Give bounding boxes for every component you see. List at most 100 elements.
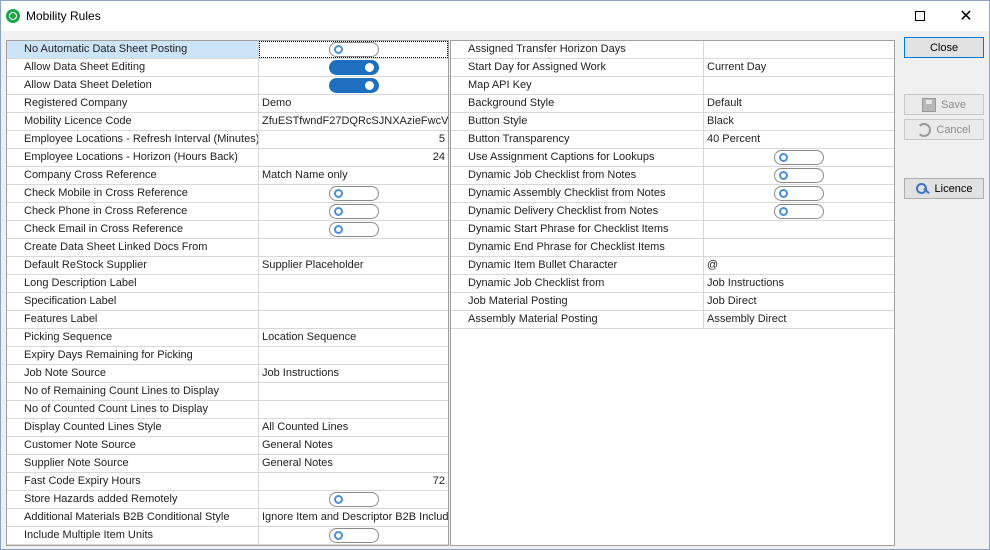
grid-row[interactable]: Employee Locations - Horizon (Hours Back… <box>7 149 448 167</box>
row-toggle-cell[interactable] <box>259 41 448 58</box>
grid-row[interactable]: Map API Key <box>451 77 894 95</box>
close-window-button[interactable]: ✕ <box>943 1 989 31</box>
row-value[interactable] <box>259 311 448 328</box>
grid-row[interactable]: No of Counted Count Lines to Display <box>7 401 448 419</box>
grid-row[interactable]: Dynamic Delivery Checklist from Notes <box>451 203 894 221</box>
grid-row[interactable]: Customer Note Source General Notes <box>7 437 448 455</box>
toggle-switch[interactable] <box>329 60 379 75</box>
grid-row[interactable]: Display Counted Lines Style All Counted L… <box>7 419 448 437</box>
row-toggle-cell[interactable] <box>259 221 448 238</box>
toggle-switch[interactable] <box>329 222 379 237</box>
grid-row[interactable]: Job Note Source Job Instructions <box>7 365 448 383</box>
close-button[interactable]: Close <box>904 37 984 58</box>
grid-row[interactable]: Background Style Default <box>451 95 894 113</box>
grid-row[interactable]: Create Data Sheet Linked Docs From <box>7 239 448 257</box>
row-value[interactable]: @ <box>704 257 894 274</box>
grid-row[interactable]: Dynamic Start Phrase for Checklist Items <box>451 221 894 239</box>
grid-row[interactable]: Allow Data Sheet Editing <box>7 59 448 77</box>
row-value[interactable]: Job Instructions <box>259 365 448 382</box>
row-value[interactable] <box>259 275 448 292</box>
row-value[interactable] <box>259 383 448 400</box>
row-value[interactable] <box>704 77 894 94</box>
row-value[interactable] <box>704 239 894 256</box>
toggle-switch[interactable] <box>329 78 379 93</box>
row-value[interactable]: Assembly Direct <box>704 311 894 328</box>
grid-row[interactable]: Features Label <box>7 311 448 329</box>
grid-row[interactable]: Mobility Licence Code ZfuESTfwndF27DQRcSJ… <box>7 113 448 131</box>
grid-row[interactable]: Store Hazards added Remotely <box>7 491 448 509</box>
row-value[interactable]: ZfuESTfwndF27DQRcSJNXAzieFwcVM <box>259 113 448 130</box>
row-value[interactable] <box>259 239 448 256</box>
row-value[interactable]: General Notes <box>259 437 448 454</box>
toggle-switch[interactable] <box>329 528 379 543</box>
row-value[interactable]: Ignore Item and Descriptor B2B Include <box>259 509 448 526</box>
grid-row[interactable]: Start Day for Assigned Work Current Day <box>451 59 894 77</box>
grid-row[interactable]: Assembly Material Posting Assembly Direct <box>451 311 894 329</box>
maximize-button[interactable] <box>897 1 943 31</box>
row-value[interactable]: Location Sequence <box>259 329 448 346</box>
grid-row[interactable]: Dynamic Job Checklist from Notes <box>451 167 894 185</box>
row-value[interactable]: Supplier Placeholder <box>259 257 448 274</box>
row-toggle-cell[interactable] <box>704 203 894 220</box>
toggle-switch[interactable] <box>774 186 824 201</box>
row-value[interactable]: All Counted Lines <box>259 419 448 436</box>
grid-row[interactable]: Dynamic End Phrase for Checklist Items <box>451 239 894 257</box>
row-value[interactable] <box>704 41 894 58</box>
row-value[interactable]: Demo <box>259 95 448 112</box>
toggle-switch[interactable] <box>774 204 824 219</box>
grid-row[interactable]: Dynamic Item Bullet Character @ <box>451 257 894 275</box>
row-value[interactable] <box>704 221 894 238</box>
row-toggle-cell[interactable] <box>704 185 894 202</box>
grid-row[interactable]: Dynamic Job Checklist from Job Instructio… <box>451 275 894 293</box>
row-value[interactable]: 40 Percent <box>704 131 894 148</box>
grid-row[interactable]: Registered Company Demo <box>7 95 448 113</box>
row-value[interactable]: 24 <box>259 149 448 166</box>
grid-row[interactable]: Long Description Label <box>7 275 448 293</box>
row-value[interactable]: Black <box>704 113 894 130</box>
grid-row[interactable]: Expiry Days Remaining for Picking <box>7 347 448 365</box>
save-button[interactable]: Save <box>904 94 984 115</box>
row-toggle-cell[interactable] <box>704 167 894 184</box>
row-value[interactable]: Default <box>704 95 894 112</box>
row-value[interactable]: Job Direct <box>704 293 894 310</box>
toggle-switch[interactable] <box>329 204 379 219</box>
toggle-switch[interactable] <box>774 150 824 165</box>
grid-row[interactable]: Use Assignment Captions for Lookups <box>451 149 894 167</box>
grid-row[interactable]: Button Transparency 40 Percent <box>451 131 894 149</box>
row-toggle-cell[interactable] <box>259 527 448 544</box>
grid-row[interactable]: Job Material Posting Job Direct <box>451 293 894 311</box>
toggle-switch[interactable] <box>329 492 379 507</box>
grid-row[interactable]: Check Mobile in Cross Reference <box>7 185 448 203</box>
grid-row[interactable]: No of Remaining Count Lines to Display <box>7 383 448 401</box>
toggle-switch[interactable] <box>774 168 824 183</box>
row-value[interactable]: 5 <box>259 131 448 148</box>
row-toggle-cell[interactable] <box>259 203 448 220</box>
grid-row[interactable]: Fast Code Expiry Hours 72 <box>7 473 448 491</box>
grid-row[interactable]: Dynamic Assembly Checklist from Notes <box>451 185 894 203</box>
row-toggle-cell[interactable] <box>259 185 448 202</box>
toggle-switch[interactable] <box>329 42 379 57</box>
cancel-button[interactable]: Cancel <box>904 119 984 140</box>
row-value[interactable]: Current Day <box>704 59 894 76</box>
row-value[interactable] <box>259 293 448 310</box>
row-value[interactable] <box>259 401 448 418</box>
grid-row[interactable]: Default ReStock Supplier Supplier Placeho… <box>7 257 448 275</box>
row-value[interactable] <box>259 347 448 364</box>
licence-button[interactable]: Licence <box>904 178 984 199</box>
row-toggle-cell[interactable] <box>704 149 894 166</box>
grid-row[interactable]: Include Multiple Item Units <box>7 527 448 545</box>
grid-row[interactable]: Button Style Black <box>451 113 894 131</box>
grid-row[interactable]: Allow Data Sheet Deletion <box>7 77 448 95</box>
grid-row[interactable]: Assigned Transfer Horizon Days <box>451 41 894 59</box>
row-toggle-cell[interactable] <box>259 59 448 76</box>
row-toggle-cell[interactable] <box>259 491 448 508</box>
grid-row[interactable]: Company Cross Reference Match Name only <box>7 167 448 185</box>
toggle-switch[interactable] <box>329 186 379 201</box>
grid-row[interactable]: Supplier Note Source General Notes <box>7 455 448 473</box>
grid-row[interactable]: Check Phone in Cross Reference <box>7 203 448 221</box>
row-value[interactable]: Job Instructions <box>704 275 894 292</box>
row-value[interactable]: General Notes <box>259 455 448 472</box>
row-value[interactable]: Match Name only <box>259 167 448 184</box>
grid-row[interactable]: Picking Sequence Location Sequence <box>7 329 448 347</box>
grid-row[interactable]: No Automatic Data Sheet Posting <box>7 41 448 59</box>
